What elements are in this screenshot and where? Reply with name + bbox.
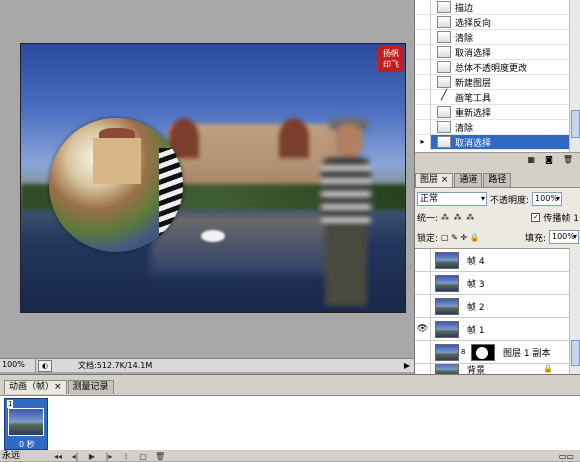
history-step-icon bbox=[437, 46, 451, 58]
visibility-toggle[interactable] bbox=[415, 271, 431, 295]
frame-thumbnail bbox=[8, 408, 44, 436]
lock-icons[interactable]: ▢ ✎ ✛ 🔒 bbox=[441, 233, 480, 242]
history-item[interactable]: ╱ 画笔工具 bbox=[415, 89, 569, 105]
delete-frame-icon[interactable]: 🗑 bbox=[155, 452, 165, 461]
history-step-icon bbox=[437, 1, 451, 13]
previous-frame-icon[interactable]: ◂| bbox=[70, 452, 80, 461]
animation-controls: 永远 ◂◂ ◂| ▶ |▸ ⁞ ▢ 🗑 ▭▭ bbox=[0, 450, 580, 462]
tab-measurement-log[interactable]: 测量记录 bbox=[67, 380, 114, 394]
history-step-icon bbox=[437, 61, 451, 73]
scrollbar-thumb[interactable] bbox=[571, 110, 580, 138]
history-scrollbar[interactable] bbox=[569, 0, 580, 152]
history-item[interactable]: 总体不透明度更改 bbox=[415, 59, 569, 75]
navigator-icon[interactable]: ◐ bbox=[38, 359, 52, 372]
history-item[interactable]: 取消选择 bbox=[415, 44, 569, 60]
swan-image bbox=[201, 230, 225, 242]
animation-frame[interactable]: 1 0 秒 bbox=[4, 398, 48, 450]
eye-icon[interactable]: 👁 bbox=[415, 317, 431, 341]
zoom-level[interactable]: 100% bbox=[0, 359, 36, 372]
layers-panel: 正常 不透明度: 100% 统一: ⁂ ⁂ ⁂ ✓ 传播帧 1 锁定: ▢ ✎ … bbox=[415, 187, 580, 376]
right-panels: 描边 选择反向 清除 取消选择 总体不透明度更改 新建图层 ╱ 画笔工具 重新选择… bbox=[414, 0, 580, 376]
blend-mode-select[interactable]: 正常 bbox=[417, 192, 487, 206]
visibility-toggle[interactable] bbox=[415, 294, 431, 318]
tab-channels[interactable]: 通道 bbox=[454, 173, 483, 187]
person-image bbox=[311, 114, 381, 309]
unify-icons[interactable]: ⁂ ⁂ ⁂ bbox=[441, 213, 475, 222]
canvas-area: 扬帆 印飞 bbox=[0, 0, 414, 358]
crystal-ball-image bbox=[49, 118, 183, 252]
history-footer: ▦ ◙ 🗑 bbox=[415, 152, 580, 166]
next-frame-icon[interactable]: |▸ bbox=[104, 452, 114, 461]
watermark-stamp: 扬帆 印飞 bbox=[378, 46, 404, 72]
trash-icon[interactable]: 🗑 bbox=[563, 155, 573, 164]
opacity-input[interactable]: 100% bbox=[532, 192, 563, 206]
history-item[interactable]: 新建图层 bbox=[415, 74, 569, 90]
layer-row[interactable]: 8 图层 1 副本 bbox=[415, 340, 569, 364]
fill-label: 填充: bbox=[524, 233, 546, 244]
frame-number: 1 bbox=[7, 400, 14, 408]
history-item-selected[interactable]: ▸ 取消选择 bbox=[415, 134, 569, 150]
visibility-toggle[interactable] bbox=[415, 340, 431, 364]
play-icon[interactable]: ▶ bbox=[87, 452, 97, 461]
history-step-icon bbox=[437, 16, 451, 28]
layer-thumbnail bbox=[435, 297, 459, 315]
layer-row[interactable]: 👁 帧 1 bbox=[415, 317, 569, 341]
link-icon: 8 bbox=[461, 348, 466, 356]
history-step-icon bbox=[437, 121, 451, 133]
history-step-icon bbox=[437, 136, 451, 148]
convert-timeline-icon[interactable]: ▭▭ bbox=[559, 452, 574, 461]
history-item[interactable]: 选择反向 bbox=[415, 14, 569, 30]
tween-icon[interactable]: ⁞ bbox=[121, 452, 131, 461]
opacity-label: 不透明度: bbox=[490, 195, 530, 206]
scrollbar-thumb[interactable] bbox=[571, 340, 580, 366]
layer-thumbnail bbox=[435, 274, 459, 292]
lock-icon: 🔒 bbox=[543, 364, 553, 373]
panel-tabs: 图层 × 通道 路径 bbox=[415, 173, 580, 187]
frames-strip: 1 0 秒 bbox=[0, 395, 580, 450]
layer-mask-thumbnail[interactable] bbox=[471, 343, 495, 361]
frame-delay[interactable]: 0 秒 bbox=[19, 439, 35, 450]
status-menu-arrow-icon[interactable]: ▶ bbox=[404, 361, 410, 370]
lock-label: 锁定: bbox=[417, 233, 439, 244]
history-panel: 描边 选择反向 清除 取消选择 总体不透明度更改 新建图层 ╱ 画笔工具 重新选择… bbox=[415, 0, 580, 152]
animation-tabs: 动画（帧）× 测量记录 bbox=[4, 380, 115, 394]
loop-select[interactable]: 永远 bbox=[2, 451, 46, 462]
history-item[interactable]: 重新选择 bbox=[415, 104, 569, 120]
propagate-checkbox[interactable]: ✓ bbox=[531, 213, 541, 222]
document-size: 文档:512.7K/14.1M bbox=[78, 361, 153, 370]
unify-label: 统一: bbox=[417, 214, 439, 224]
history-item[interactable]: 清除 bbox=[415, 29, 569, 45]
animation-panel: 动画（帧）× 测量记录 1 0 秒 永远 ◂◂ ◂| ▶ |▸ ⁞ ▢ 🗑 ▭▭ bbox=[0, 374, 580, 461]
layer-thumbnail bbox=[435, 320, 459, 338]
history-step-icon bbox=[437, 31, 451, 43]
tab-paths[interactable]: 路径 bbox=[483, 173, 512, 187]
layers-scrollbar[interactable] bbox=[569, 248, 580, 375]
layer-thumbnail bbox=[435, 343, 459, 361]
brush-icon: ╱ bbox=[440, 90, 448, 101]
castle-tower bbox=[279, 118, 309, 158]
layer-thumbnail bbox=[435, 251, 459, 269]
fill-input[interactable]: 100% bbox=[549, 230, 579, 244]
layer-list: 帧 4 帧 3 帧 2 👁 帧 1 8 图层 1 副本 背景 🔒 bbox=[415, 248, 569, 376]
history-item[interactable]: 描边 bbox=[415, 0, 569, 15]
visibility-toggle[interactable] bbox=[415, 248, 431, 272]
history-item[interactable]: 清除 bbox=[415, 119, 569, 135]
status-bar: 100% ◐ 文档:512.7K/14.1M ▶ bbox=[0, 358, 414, 372]
layer-row[interactable]: 帧 3 bbox=[415, 271, 569, 295]
first-frame-icon[interactable]: ◂◂ bbox=[53, 452, 63, 461]
document-canvas[interactable]: 扬帆 印飞 bbox=[20, 43, 406, 313]
tab-layers[interactable]: 图层 × bbox=[415, 173, 454, 187]
new-document-icon[interactable]: ▦ bbox=[528, 155, 536, 164]
history-step-icon bbox=[437, 106, 451, 118]
layer-row[interactable]: 帧 2 bbox=[415, 294, 569, 318]
history-step-icon bbox=[437, 76, 451, 88]
new-snapshot-icon[interactable]: ◙ bbox=[545, 155, 553, 164]
propagate-label: 传播帧 1 bbox=[543, 214, 579, 224]
duplicate-frame-icon[interactable]: ▢ bbox=[138, 452, 148, 461]
layer-row[interactable]: 帧 4 bbox=[415, 248, 569, 272]
tab-animation-frames[interactable]: 动画（帧）× bbox=[4, 380, 67, 394]
